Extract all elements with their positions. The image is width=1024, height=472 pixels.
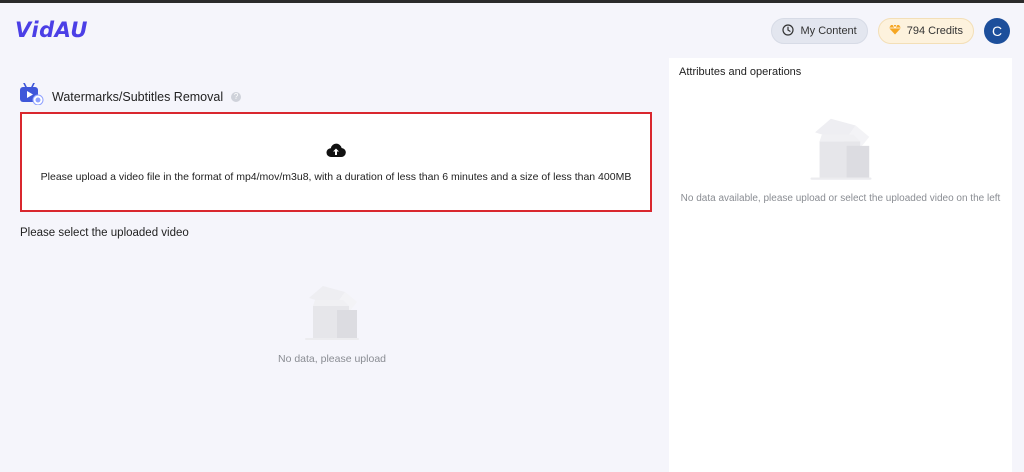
empty-box-icon bbox=[806, 118, 876, 186]
attributes-title: Attributes and operations bbox=[679, 66, 802, 78]
uploaded-videos-empty-state: No data, please upload bbox=[270, 280, 394, 365]
top-border bbox=[0, 0, 1024, 3]
upload-instructions: Please upload a video file in the format… bbox=[40, 170, 632, 183]
attributes-empty-text: No data available, please upload or sele… bbox=[680, 193, 1001, 204]
clock-icon bbox=[782, 23, 795, 39]
gem-icon bbox=[888, 24, 901, 38]
tool-title: Watermarks/Subtitles Removal bbox=[52, 89, 224, 104]
uploaded-videos-label: Please select the uploaded video bbox=[20, 227, 189, 239]
header-actions: My Content 794 Credits C bbox=[771, 18, 1010, 44]
attributes-panel: Attributes and operations No data availa… bbox=[669, 58, 1012, 472]
video-upload-dropzone[interactable]: Please upload a video file in the format… bbox=[20, 112, 652, 212]
credits-button[interactable]: 794 Credits bbox=[877, 18, 974, 44]
my-content-button[interactable]: My Content bbox=[771, 18, 868, 44]
credits-label: 794 Credits bbox=[906, 25, 963, 37]
my-content-label: My Content bbox=[800, 25, 857, 37]
uploaded-videos-empty-text: No data, please upload bbox=[278, 353, 386, 365]
tool-header: Watermarks/Subtitles Removal ? bbox=[20, 82, 242, 110]
cloud-upload-icon bbox=[326, 142, 346, 163]
user-avatar[interactable]: C bbox=[984, 18, 1010, 44]
video-tool-icon bbox=[20, 82, 44, 110]
help-icon[interactable]: ? bbox=[231, 91, 242, 102]
vidau-logo[interactable]: VidAU bbox=[15, 18, 88, 42]
empty-box-icon bbox=[301, 286, 363, 346]
attributes-empty-state: No data available, please upload or sele… bbox=[669, 112, 1012, 204]
